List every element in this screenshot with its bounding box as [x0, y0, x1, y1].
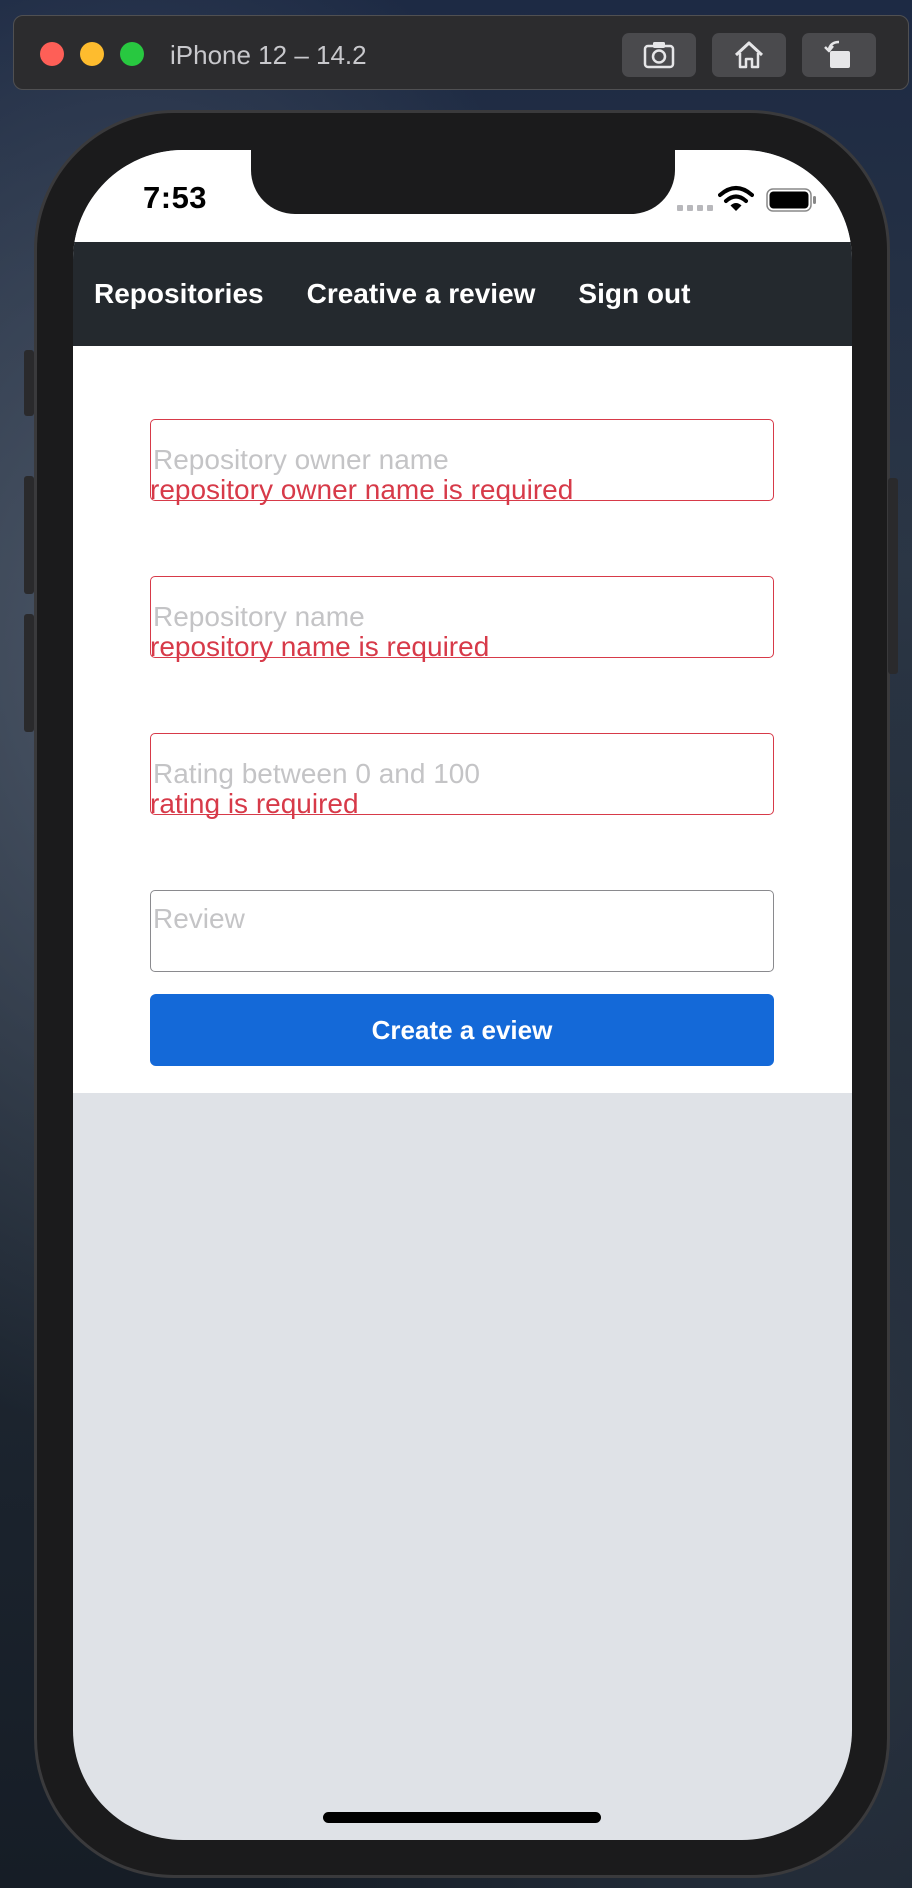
close-window-button[interactable] — [40, 42, 64, 66]
power-button — [888, 478, 898, 674]
top-navigation: Repositories Creative a review Sign out — [73, 242, 852, 346]
create-review-form: repository owner name is required reposi… — [73, 346, 852, 1093]
camera-icon — [643, 42, 675, 69]
create-review-button[interactable]: Create a eview — [150, 994, 774, 1066]
volume-up-button — [24, 476, 34, 594]
status-bar: 7:53 — [73, 150, 852, 242]
nav-create-review-link[interactable]: Creative a review — [307, 278, 536, 310]
home-button[interactable] — [712, 33, 786, 77]
notch — [251, 150, 675, 214]
home-indicator[interactable] — [323, 1812, 601, 1823]
wifi-icon — [718, 186, 754, 211]
rating-error: rating is required — [150, 788, 359, 819]
rotate-icon — [824, 40, 850, 68]
minimize-window-button[interactable] — [80, 42, 104, 66]
mute-switch — [24, 350, 34, 416]
review-textarea[interactable] — [150, 890, 774, 972]
phone-screen: 7:53 Repositories Creative a review Sign… — [73, 150, 852, 1840]
screenshot-button[interactable] — [622, 33, 696, 77]
simulator-title: iPhone 12 – 14.2 — [170, 40, 367, 70]
repository-owner-error: repository owner name is required — [150, 474, 574, 505]
home-icon — [734, 41, 764, 69]
nav-repositories-link[interactable]: Repositories — [94, 278, 264, 310]
repository-name-error: repository name is required — [150, 631, 490, 662]
zoom-window-button[interactable] — [120, 42, 144, 66]
battery-icon — [766, 188, 816, 212]
volume-down-button — [24, 614, 34, 732]
rotate-button[interactable] — [802, 33, 876, 77]
nav-sign-out-link[interactable]: Sign out — [578, 278, 690, 310]
cellular-signal-icon — [677, 205, 713, 211]
status-time: 7:53 — [143, 180, 208, 215]
